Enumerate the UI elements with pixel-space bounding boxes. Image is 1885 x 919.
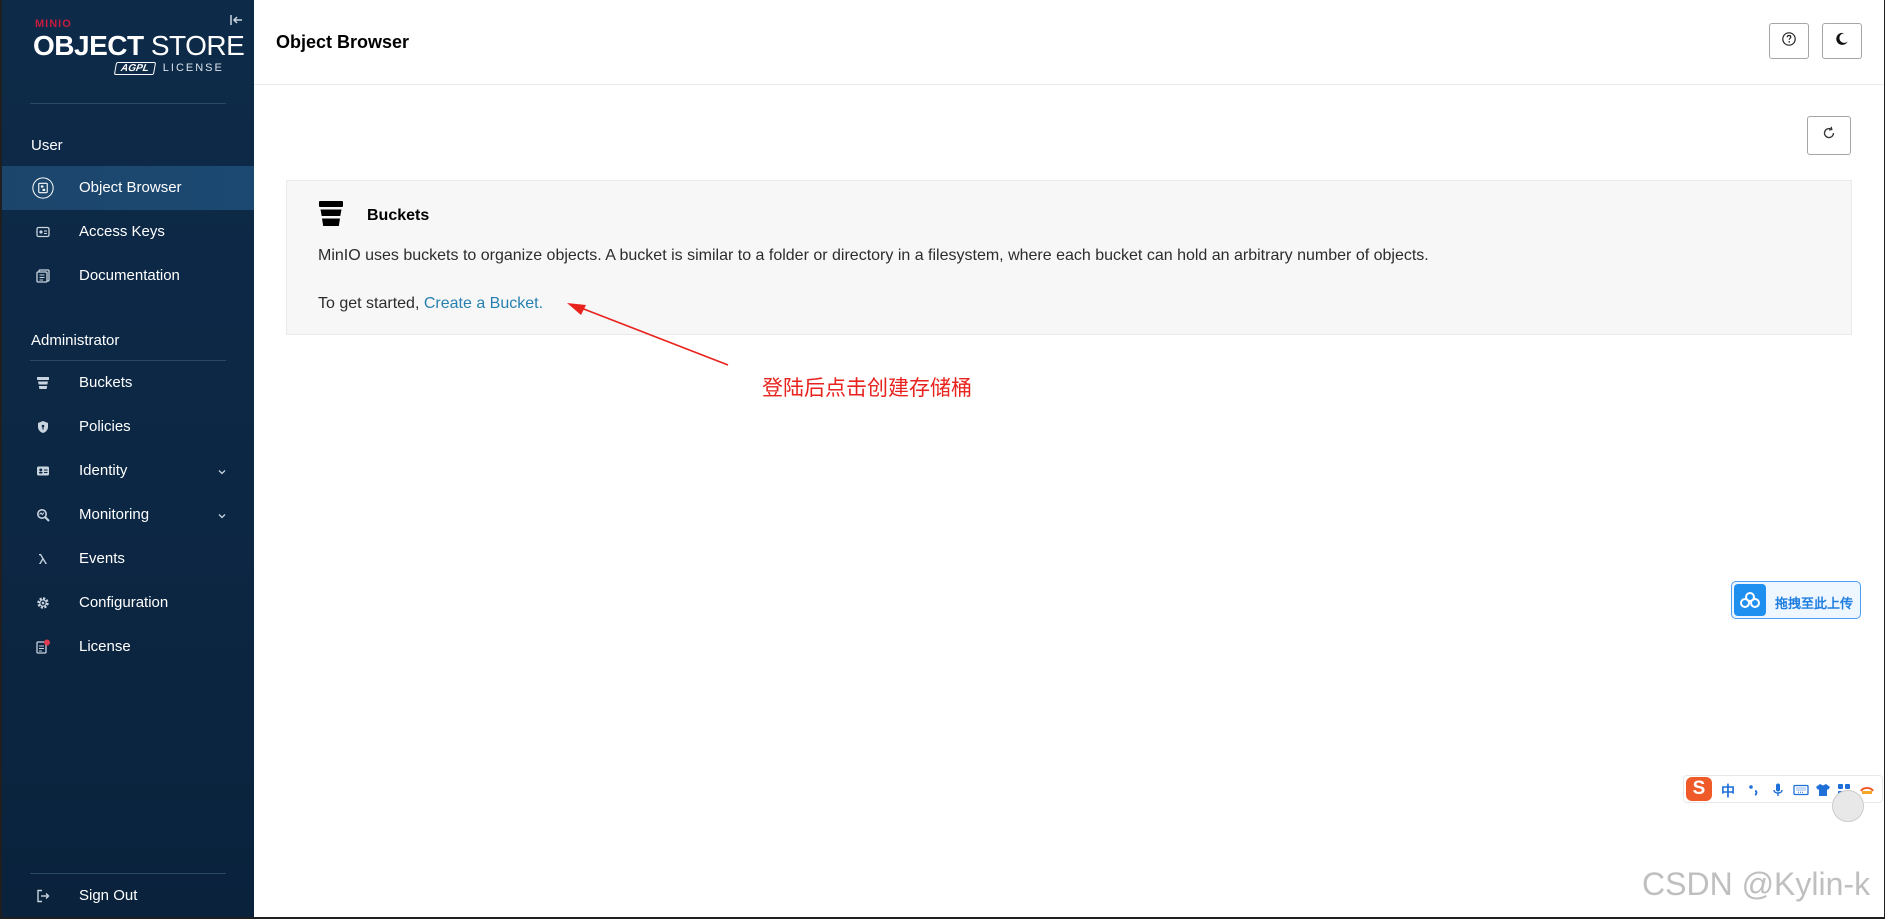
ime-mascot-avatar[interactable] — [1832, 790, 1864, 822]
sidebar-item-label: Buckets — [79, 374, 133, 391]
sidebar-item-label: Documentation — [79, 267, 180, 284]
help-button[interactable] — [1769, 23, 1809, 59]
logo-license: AGPL LICENSE — [113, 62, 224, 75]
sidebar-item-label: Events — [79, 550, 125, 567]
sidebar-item-policies[interactable]: Policies — [2, 405, 254, 449]
sidebar-item-monitoring[interactable]: Monitoring — [2, 493, 254, 537]
section-title-user: User — [31, 137, 63, 154]
sidebar: MINIO OBJECT STORE AGPLLICENSE User Obj — [2, 0, 254, 917]
cloud-upload-icon — [1734, 584, 1766, 616]
object-browser-icon — [32, 177, 54, 199]
ime-extra-icon[interactable] — [1859, 782, 1875, 798]
refresh-button[interactable] — [1807, 116, 1851, 155]
chevron-down-icon[interactable] — [216, 509, 228, 521]
agpl-badge: AGPL — [113, 62, 156, 75]
keyboard-icon[interactable] — [1793, 782, 1809, 798]
microphone-icon[interactable] — [1770, 782, 1786, 798]
minio-logo: MINIO OBJECT STORE AGPL LICENSE — [33, 18, 245, 80]
monitoring-icon — [32, 504, 54, 526]
sign-out-icon — [32, 885, 54, 907]
csdn-watermark: CSDN @Kylin-k — [1642, 866, 1871, 902]
lambda-icon — [32, 548, 54, 570]
sign-out-label: Sign Out — [79, 887, 138, 904]
skin-shirt-icon[interactable] — [1815, 782, 1831, 798]
annotation-text: 登陆后点击创建存储桶 — [762, 376, 972, 400]
page-header: Object Browser — [254, 0, 1884, 85]
buckets-icon — [317, 200, 345, 228]
logo-product: OBJECT STORE — [33, 30, 245, 62]
sidebar-item-access-keys[interactable]: Access Keys — [2, 210, 254, 254]
page-title: Object Browser — [276, 32, 410, 52]
sidebar-item-configuration[interactable]: Configuration — [2, 581, 254, 625]
create-bucket-link[interactable]: Create a Bucket. — [424, 295, 543, 312]
sidebar-item-label: License — [79, 638, 131, 655]
buckets-empty-panel: Buckets MinIO uses buckets to organize o… — [286, 180, 1852, 335]
license-text: LICENSE — [162, 62, 224, 74]
sidebar-item-identity[interactable]: Identity — [2, 449, 254, 493]
app-window: MINIO OBJECT STORE AGPLLICENSE User Obj — [2, 0, 1884, 917]
sidebar-item-buckets[interactable]: Buckets — [2, 361, 254, 405]
help-icon — [1781, 31, 1797, 52]
ime-mode-toggle[interactable]: 中 — [1721, 781, 1735, 801]
section-title-administrator: Administrator — [31, 332, 120, 349]
punctuation-icon[interactable] — [1746, 782, 1762, 798]
sidebar-item-label: Identity — [79, 462, 128, 479]
buckets-icon — [32, 372, 54, 394]
sidebar-divider — [30, 103, 226, 104]
sidebar-item-license[interactable]: License — [2, 625, 254, 669]
sidebar-item-label: Monitoring — [79, 506, 150, 523]
dark-mode-icon — [1834, 31, 1850, 52]
logo-product-thin: STORE — [150, 30, 245, 61]
gear-icon — [32, 592, 54, 614]
refresh-icon — [1821, 125, 1837, 146]
logo-product-bold: OBJECT — [33, 30, 144, 61]
access-keys-icon — [32, 221, 54, 243]
panel-title: Buckets — [367, 207, 430, 224]
sidebar-item-events[interactable]: Events — [2, 537, 254, 581]
logo-brand: MINIO — [35, 18, 72, 30]
documentation-icon — [32, 265, 54, 287]
theme-toggle-button[interactable] — [1822, 23, 1862, 59]
license-icon — [32, 636, 54, 658]
drag-upload-widget[interactable]: 拖拽至此上传 — [1731, 581, 1861, 619]
get-started-text: To get started, Create a Bucket. — [318, 295, 543, 313]
sidebar-item-label: Configuration — [79, 594, 169, 611]
panel-description: MinIO uses buckets to organize objects. … — [318, 247, 1429, 264]
sogou-logo-icon[interactable]: S — [1686, 777, 1712, 801]
sign-out-button[interactable]: Sign Out — [2, 874, 254, 917]
sidebar-item-label: Access Keys — [79, 223, 165, 240]
upload-widget-label: 拖拽至此上传 — [1775, 597, 1854, 612]
sidebar-item-label: Object Browser — [79, 179, 182, 196]
policies-icon — [32, 416, 54, 438]
annotation-arrow — [567, 303, 729, 366]
identity-icon — [32, 460, 54, 482]
sidebar-item-object-browser[interactable]: Object Browser — [2, 166, 254, 210]
chevron-down-icon[interactable] — [216, 465, 228, 477]
get-started-prefix: To get started, — [318, 295, 424, 312]
sidebar-item-label: Policies — [79, 418, 131, 435]
sidebar-item-documentation[interactable]: Documentation — [2, 254, 254, 298]
